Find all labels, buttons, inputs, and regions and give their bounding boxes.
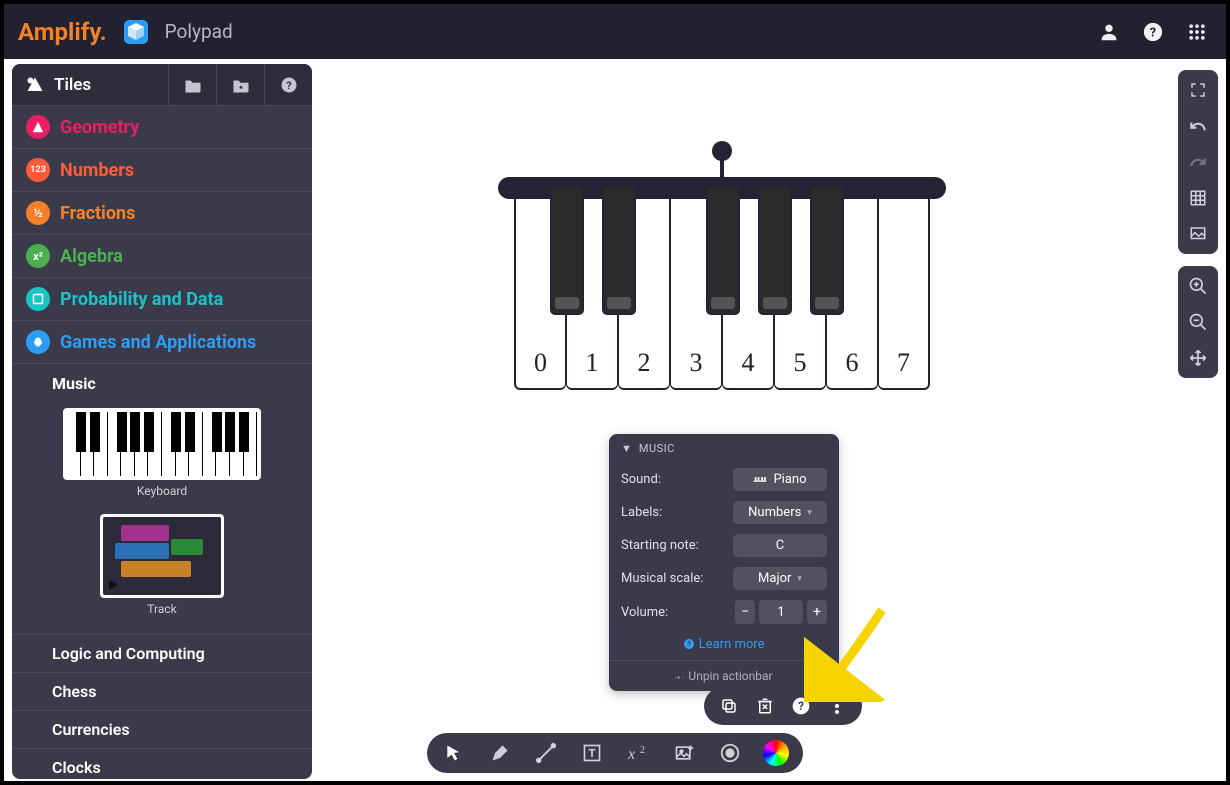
delete-icon[interactable] xyxy=(754,695,776,717)
svg-text:?: ? xyxy=(286,78,291,91)
svg-text:?: ? xyxy=(1150,25,1156,40)
category-label: Fractions xyxy=(60,203,135,224)
cube-icon xyxy=(121,17,151,47)
scale-label: Musical scale: xyxy=(621,571,703,586)
pointer-tool-icon[interactable] xyxy=(441,740,467,766)
subrow-currencies[interactable]: Currencies xyxy=(12,710,312,748)
sidebar-header: Tiles ? xyxy=(12,64,312,106)
category-label: Numbers xyxy=(60,160,134,181)
zoom-out-icon[interactable] xyxy=(1184,308,1212,336)
probability-icon xyxy=(26,287,50,311)
subrow-logic[interactable]: Logic and Computing xyxy=(12,634,312,672)
brand-logo: Amplify. xyxy=(18,18,107,46)
grid-icon[interactable] xyxy=(1184,184,1212,212)
chevron-down-icon: ▾ xyxy=(797,574,802,584)
more-dots-icon[interactable] xyxy=(826,695,848,717)
category-fractions[interactable]: ½ Fractions xyxy=(12,192,312,235)
category-label: Games and Applications xyxy=(60,332,256,353)
tile-track[interactable]: ▶ Track xyxy=(12,506,312,624)
sound-label: Sound: xyxy=(621,472,661,487)
zoom-in-icon[interactable] xyxy=(1184,272,1212,300)
chevron-down-icon: ▾ xyxy=(807,508,812,518)
panel-title[interactable]: ▼ MUSIC xyxy=(609,434,839,463)
svg-text:x: x xyxy=(627,746,635,763)
category-label: Probability and Data xyxy=(60,289,223,310)
undo-icon[interactable] xyxy=(1184,112,1212,140)
svg-text:2: 2 xyxy=(640,745,645,756)
tile-keyboard[interactable]: Keyboard xyxy=(12,400,312,506)
starting-note-select[interactable]: C xyxy=(733,534,827,557)
geometry-icon xyxy=(26,115,50,139)
tile-caption: Keyboard xyxy=(137,484,187,498)
subsection-music: Music xyxy=(12,364,312,400)
subrow-clocks[interactable]: Clocks xyxy=(12,748,312,779)
view-tools xyxy=(1178,70,1218,254)
volume-increase-button[interactable]: + xyxy=(807,600,827,624)
background-image-icon[interactable] xyxy=(1184,220,1212,248)
sidebar-help-icon[interactable]: ? xyxy=(264,64,312,105)
svg-text:?: ? xyxy=(688,641,692,649)
pen-tool-icon[interactable] xyxy=(487,740,513,766)
category-numbers[interactable]: 123 Numbers xyxy=(12,149,312,192)
black-key[interactable] xyxy=(758,185,792,315)
sound-select[interactable]: Piano xyxy=(733,468,827,491)
app-title: Polypad xyxy=(165,20,233,43)
text-tool-icon[interactable] xyxy=(579,740,605,766)
user-icon[interactable] xyxy=(1094,17,1124,47)
sidebar: Tiles ? Geometry 123 Numbers ½ xyxy=(12,64,312,779)
volume-value: 1 xyxy=(759,600,803,624)
starting-note-label: Starting note: xyxy=(621,538,699,553)
volume-label: Volume: xyxy=(621,605,668,620)
help-icon[interactable]: ? xyxy=(1138,17,1168,47)
black-key[interactable] xyxy=(602,185,636,315)
fractions-icon: ½ xyxy=(26,201,50,225)
image-tool-icon[interactable] xyxy=(671,740,697,766)
black-key[interactable] xyxy=(706,185,740,315)
folder-icon[interactable] xyxy=(168,64,216,105)
svg-text:?: ? xyxy=(798,699,804,713)
subrow-chess[interactable]: Chess xyxy=(12,672,312,710)
keyboard-thumb xyxy=(67,412,257,476)
redo-icon[interactable] xyxy=(1184,148,1212,176)
tile-caption: Track xyxy=(147,602,176,616)
algebra-icon: x² xyxy=(26,244,50,268)
category-geometry[interactable]: Geometry xyxy=(12,106,312,149)
line-tool-icon[interactable] xyxy=(533,740,559,766)
scale-select[interactable]: Major▾ xyxy=(733,567,827,590)
numbers-icon: 123 xyxy=(26,158,50,182)
category-probability[interactable]: Probability and Data xyxy=(12,278,312,321)
top-bar: Amplify. Polypad ? xyxy=(4,4,1226,59)
labels-select[interactable]: Numbers▾ xyxy=(733,501,827,524)
color-picker-icon[interactable] xyxy=(763,740,789,766)
black-key[interactable] xyxy=(810,185,844,315)
equation-tool-icon[interactable]: x2 xyxy=(625,740,651,766)
tiles-label: Tiles xyxy=(54,75,91,95)
selection-action-pill: ? xyxy=(704,687,862,725)
fullscreen-icon[interactable] xyxy=(1184,76,1212,104)
move-icon[interactable] xyxy=(1184,344,1212,372)
shared-folder-icon[interactable] xyxy=(216,64,264,105)
piano-tile[interactable]: 0 1 2 3 4 5 6 7 xyxy=(514,139,930,344)
bottom-toolbar: x2 xyxy=(427,733,803,773)
tiles-tab[interactable]: Tiles xyxy=(12,75,168,95)
apps-grid-icon[interactable] xyxy=(1182,17,1212,47)
labels-label: Labels: xyxy=(621,505,662,520)
record-tool-icon[interactable] xyxy=(717,740,743,766)
category-algebra[interactable]: x² Algebra xyxy=(12,235,312,278)
category-label: Algebra xyxy=(60,246,123,267)
category-games[interactable]: Games and Applications xyxy=(12,321,312,364)
black-key[interactable] xyxy=(550,185,584,315)
category-label: Geometry xyxy=(60,117,139,138)
pill-help-icon[interactable]: ? xyxy=(790,695,812,717)
games-icon xyxy=(26,330,50,354)
volume-decrease-button[interactable]: − xyxy=(735,600,755,624)
track-thumb: ▶ xyxy=(103,517,221,595)
zoom-tools xyxy=(1178,266,1218,378)
music-properties-panel: ▼ MUSIC Sound: Piano Labels: Numbers▾ St… xyxy=(609,434,839,691)
white-key-7[interactable]: 7 xyxy=(878,185,930,390)
learn-more-link[interactable]: ? Learn more xyxy=(609,629,839,660)
copy-icon[interactable] xyxy=(718,695,740,717)
